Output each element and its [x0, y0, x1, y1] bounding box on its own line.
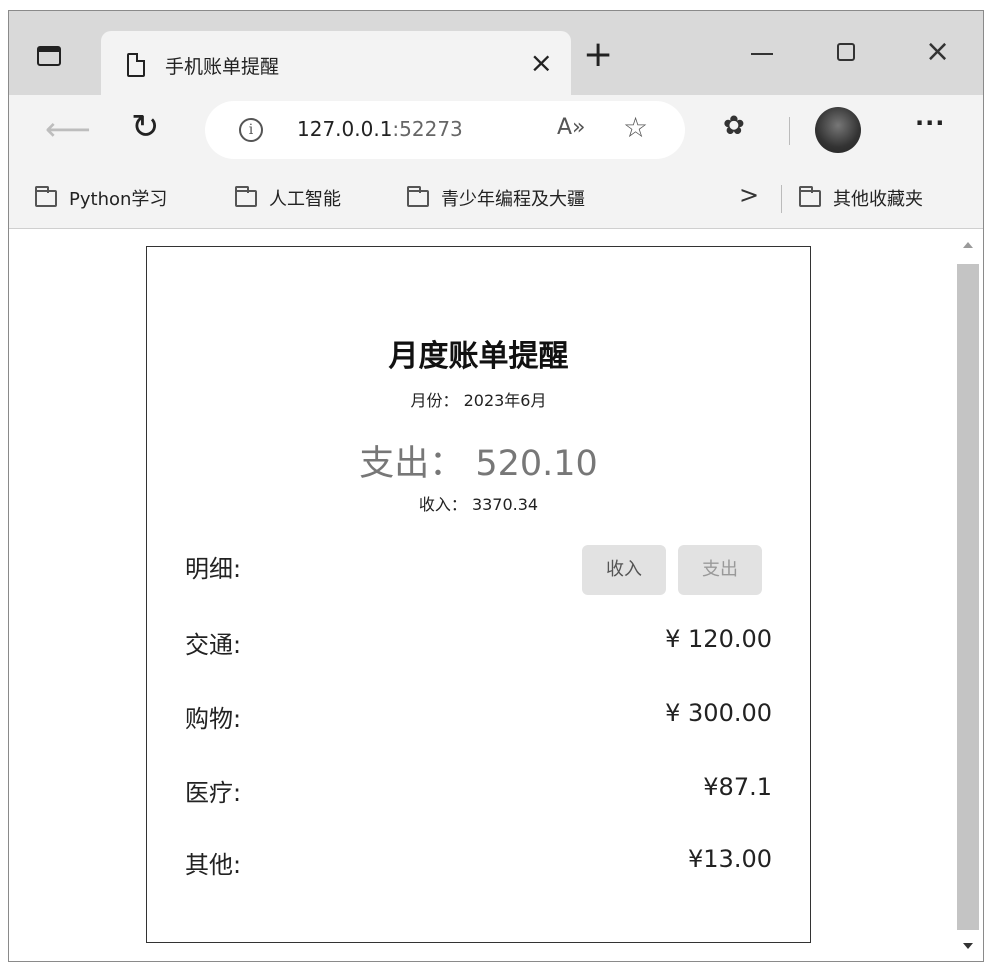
- tab-actions-icon[interactable]: [31, 39, 67, 73]
- expense-item-row: 购物: ¥ 300.00: [185, 695, 772, 735]
- read-aloud-icon[interactable]: A»: [557, 115, 586, 140]
- expense-category: 交通:: [185, 631, 242, 659]
- window-close-button[interactable]: ×: [925, 35, 950, 69]
- add-favorite-icon[interactable]: ☆: [623, 111, 648, 144]
- favorites-bar: Python学习 人工智能 青少年编程及大疆 > 其他收藏夹: [9, 165, 983, 229]
- favorites-overflow-chevron-icon[interactable]: >: [739, 181, 759, 209]
- scroll-thumb[interactable]: [957, 264, 979, 930]
- folder-icon: [799, 185, 821, 207]
- extensions-icon[interactable]: ✿: [723, 111, 745, 141]
- scroll-down-arrow-icon[interactable]: [963, 943, 973, 949]
- folder-icon: [407, 185, 429, 207]
- tab-strip: 手机账单提醒 × + ×: [9, 11, 983, 95]
- expense-category: 医疗:: [185, 779, 242, 807]
- url-host: 127.0.0.1: [297, 117, 393, 141]
- address-bar[interactable]: i 127.0.0.1:52273 A» ☆: [205, 101, 685, 159]
- favorite-label: Python学习: [69, 189, 168, 210]
- url-text[interactable]: 127.0.0.1:52273: [297, 117, 463, 141]
- total-expense: 支出： 520.10: [359, 444, 598, 484]
- page-viewport: 月度账单提醒 月份： 2023年6月 支出： 520.10 收入： 3370.3…: [9, 230, 983, 961]
- folder-icon: [235, 185, 257, 207]
- bill-title: 月度账单提醒: [388, 339, 569, 374]
- favorite-folder-youth-coding[interactable]: 青少年编程及大疆: [407, 185, 585, 211]
- scroll-up-arrow-icon[interactable]: [963, 242, 973, 248]
- info-icon[interactable]: i: [239, 118, 263, 142]
- maximize-button[interactable]: [837, 35, 855, 61]
- favorite-folder-ai[interactable]: 人工智能: [235, 185, 341, 211]
- tab-close-icon[interactable]: ×: [530, 47, 553, 79]
- total-income: 收入： 3370.34: [418, 495, 539, 514]
- expense-category: 其他:: [185, 851, 242, 879]
- favorite-label: 青少年编程及大疆: [441, 189, 585, 210]
- expense-amount: ¥ 300.00: [665, 699, 772, 727]
- tab-title: 手机账单提醒: [165, 56, 280, 78]
- favorite-folder-other[interactable]: 其他收藏夹: [799, 185, 923, 211]
- favorite-label: 其他收藏夹: [833, 189, 923, 210]
- new-tab-button[interactable]: +: [583, 37, 613, 73]
- bill-month: 月份： 2023年6月: [410, 391, 547, 410]
- url-port: :52273: [392, 117, 463, 141]
- expense-button[interactable]: 支出: [678, 545, 762, 595]
- expense-item-row: 交通: ¥ 120.00: [185, 621, 772, 661]
- expense-amount: ¥ 120.00: [665, 625, 772, 653]
- vertical-scrollbar[interactable]: [957, 230, 979, 961]
- page-icon: [127, 53, 145, 77]
- bill-card: 月度账单提醒 月份： 2023年6月 支出： 520.10 收入： 3370.3…: [146, 246, 811, 943]
- favorite-folder-python[interactable]: Python学习: [35, 185, 167, 211]
- maximize-icon: [837, 43, 855, 61]
- browser-window: 手机账单提醒 × + × ⟵ ↻ i 127.0.0.1:52273 A» ☆ …: [8, 10, 984, 962]
- income-button[interactable]: 收入: [582, 545, 666, 595]
- more-menu-icon[interactable]: ···: [915, 109, 945, 137]
- detail-label: 明细:: [185, 555, 242, 583]
- toolbar-divider: [789, 117, 790, 145]
- profile-avatar-icon[interactable]: [815, 107, 861, 153]
- expense-category: 购物:: [185, 705, 242, 733]
- expense-amount: ¥13.00: [688, 845, 772, 873]
- reload-icon[interactable]: ↻: [131, 107, 160, 147]
- browser-tab[interactable]: 手机账单提醒 ×: [101, 31, 571, 95]
- expense-amount: ¥87.1: [703, 773, 772, 801]
- back-arrow-icon[interactable]: ⟵: [45, 109, 91, 149]
- detail-header-row: 明细: 收入 支出: [185, 545, 772, 595]
- expense-item-row: 医疗: ¥87.1: [185, 769, 772, 809]
- folder-icon: [35, 185, 57, 207]
- favorites-divider: [781, 185, 782, 213]
- expense-item-row: 其他: ¥13.00: [185, 841, 772, 881]
- navigation-bar: ⟵ ↻ i 127.0.0.1:52273 A» ☆ ✿ ···: [9, 95, 983, 165]
- favorite-label: 人工智能: [269, 189, 341, 210]
